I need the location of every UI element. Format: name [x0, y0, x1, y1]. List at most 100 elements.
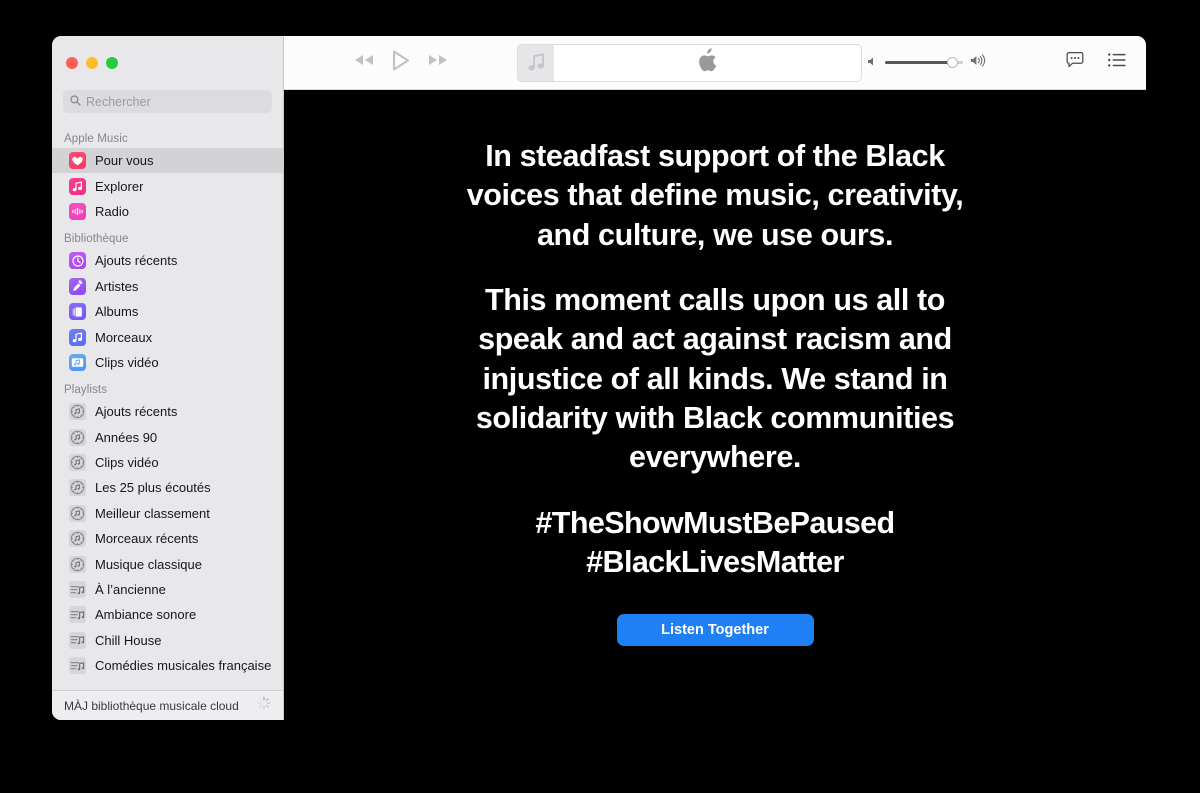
sidebar-item-label: Ajouts récents — [95, 404, 178, 420]
search-icon — [70, 93, 81, 111]
message-paragraph-1: In steadfast support of the Black voices… — [466, 139, 964, 252]
search-container — [52, 90, 283, 124]
hashtag-show-must-be-paused: #TheShowMustBePaused — [535, 505, 895, 540]
play-icon[interactable] — [392, 49, 410, 76]
music-note-icon — [527, 53, 544, 71]
hashtag-black-lives-matter: #BlackLivesMatter — [586, 545, 844, 580]
sidebar-item-les-25-plus-cout-s[interactable]: Les 25 plus écoutés — [52, 475, 283, 500]
volume-fill — [885, 61, 953, 64]
microphone-icon — [69, 277, 86, 295]
sidebar-item-label: Radio — [95, 203, 129, 219]
playlist-icon — [69, 606, 86, 624]
artwork-placeholder — [518, 44, 554, 81]
sidebar-item-ambiance-sonore[interactable]: Ambiance sonore — [52, 602, 283, 627]
smart-playlist-icon — [69, 555, 86, 573]
sidebar-item-artistes[interactable]: Artistes — [52, 274, 283, 299]
smart-playlist-icon — [69, 479, 86, 497]
minimize-button[interactable] — [86, 57, 98, 69]
rewind-icon[interactable] — [353, 53, 375, 72]
message-paragraph-2: This moment calls upon us all to speak a… — [475, 283, 955, 475]
loading-spinner-icon — [257, 696, 271, 715]
volume-slider[interactable] — [885, 57, 963, 68]
smart-playlist-icon — [69, 428, 86, 446]
sidebar-section-title: Bibliothèque — [64, 233, 129, 246]
music-note-icon — [69, 177, 86, 195]
sidebar-item-label: Artistes — [95, 278, 139, 294]
sidebar-item-clips-vid-o[interactable]: Clips vidéo — [52, 450, 283, 475]
sidebar-section-title: Apple Music — [64, 133, 128, 145]
smart-playlist-icon — [69, 530, 86, 548]
sidebar-item-label: Morceaux récents — [95, 531, 199, 547]
sidebar-item-morceaux-r-cents[interactable]: Morceaux récents — [52, 526, 283, 551]
apple-logo-icon — [698, 48, 718, 77]
radio-waves-icon — [69, 202, 86, 220]
sidebar-item-ajouts-r-cents[interactable]: Ajouts récents — [52, 399, 283, 424]
albums-icon — [69, 303, 86, 321]
fast-forward-icon[interactable] — [427, 53, 449, 72]
playlist-icon — [69, 631, 86, 649]
search-field[interactable] — [63, 90, 272, 113]
video-clip-icon — [69, 353, 86, 371]
music-note-icon — [69, 328, 86, 346]
volume-control[interactable] — [867, 53, 986, 72]
sidebar-item-label: À l’ancienne — [95, 582, 166, 598]
sidebar: Apple Music Pour vous Explorer Radio Bibliot… — [52, 36, 284, 720]
now-playing-display[interactable] — [517, 43, 862, 82]
status-bar: MÀJ bibliothèque musicale cloud — [52, 690, 283, 720]
playlist-icon — [69, 581, 86, 599]
queue-list-icon[interactable] — [1108, 53, 1126, 72]
sidebar-scroll-area[interactable]: Apple Music Pour vous Explorer Radio Bibliot… — [52, 124, 283, 690]
volume-low-icon[interactable] — [867, 54, 878, 72]
sidebar-item-label: Explorer — [95, 178, 144, 194]
listen-together-button[interactable]: Listen Together — [616, 614, 814, 647]
sidebar-item-morceaux[interactable]: Morceaux — [52, 324, 283, 349]
status-text: MÀJ bibliothèque musicale cloud — [64, 698, 239, 713]
sidebar-item-label: Clips vidéo — [95, 455, 159, 471]
main-area: In steadfast support of the Black voices… — [284, 36, 1146, 720]
sidebar-item-musique-classique[interactable]: Musique classique — [52, 551, 283, 576]
player-toolbar — [284, 36, 1146, 90]
smart-playlist-icon — [69, 454, 86, 472]
sidebar-item-label: Pour vous — [95, 153, 154, 169]
window-controls — [52, 36, 283, 90]
lcd-center — [554, 48, 861, 77]
sidebar-item-chill-house[interactable]: Chill House — [52, 628, 283, 653]
sidebar-item-label: Années 90 — [95, 429, 158, 445]
sidebar-item-albums[interactable]: Albums — [52, 299, 283, 324]
sidebar-item-label: Meilleur classement — [95, 505, 210, 521]
lyrics-bubble-icon[interactable] — [1066, 51, 1084, 73]
hashtags: #TheShowMustBePaused #BlackLivesMatter — [535, 504, 895, 583]
transport-controls — [284, 49, 517, 76]
volume-high-icon[interactable] — [970, 53, 986, 72]
sidebar-item-label: Les 25 plus écoutés — [95, 480, 211, 496]
clock-icon — [69, 252, 86, 270]
sidebar-item-l-ancienne[interactable]: À l’ancienne — [52, 577, 283, 602]
sidebar-item-radio[interactable]: Radio — [52, 199, 283, 224]
sidebar-item-com-dies-musicales-fran-aise[interactable]: Comédies musicales française — [52, 653, 283, 678]
heart-icon — [69, 152, 86, 170]
message-panel: In steadfast support of the Black voices… — [284, 90, 1146, 720]
sidebar-item-label: Clips vidéo — [95, 354, 159, 370]
sidebar-section-title: Playlists — [64, 384, 108, 397]
smart-playlist-icon — [69, 403, 86, 421]
sidebar-item-clips-vid-o[interactable]: Clips vidéo — [52, 350, 283, 375]
playlist-icon — [69, 657, 86, 675]
sidebar-item-pour-vous[interactable]: Pour vous — [52, 148, 283, 174]
sidebar-item-ann-es-90[interactable]: Années 90 — [52, 425, 283, 450]
volume-knob[interactable] — [947, 57, 959, 68]
search-input[interactable] — [86, 94, 265, 109]
close-button[interactable] — [66, 57, 78, 69]
smart-playlist-icon — [69, 504, 86, 522]
sidebar-item-label: Albums — [95, 304, 139, 320]
sidebar-item-label: Ambiance sonore — [95, 607, 197, 623]
sidebar-item-label: Musique classique — [95, 556, 202, 572]
sidebar-item-meilleur-classement[interactable]: Meilleur classement — [52, 501, 283, 526]
sidebar-item-ajouts-r-cents[interactable]: Ajouts récents — [52, 248, 283, 273]
sidebar-item-explorer[interactable]: Explorer — [52, 173, 283, 198]
sidebar-item-label: Ajouts récents — [95, 253, 178, 269]
sidebar-item-label: Chill House — [95, 632, 162, 648]
sidebar-item-label: Morceaux — [95, 329, 153, 345]
maximize-button[interactable] — [106, 57, 118, 69]
music-app-window: Apple Music Pour vous Explorer Radio Bibliot… — [52, 36, 1146, 720]
toolbar-right — [862, 51, 1146, 73]
